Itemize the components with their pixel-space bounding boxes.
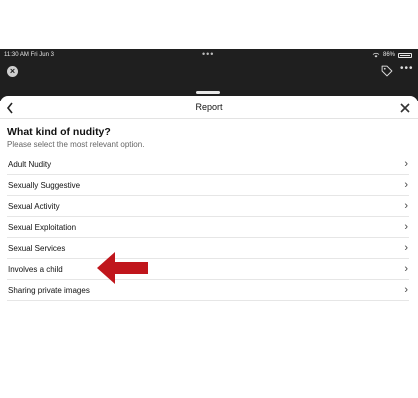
- report-sheet: Report What kind of nudity? Please selec…: [0, 96, 418, 398]
- sheet-grabber[interactable]: [196, 91, 220, 94]
- option-sexually-suggestive[interactable]: Sexually Suggestive ›: [7, 175, 409, 196]
- option-sexual-services[interactable]: Sexual Services ›: [7, 238, 409, 259]
- annotation-arrow-icon: [97, 252, 148, 284]
- chevron-right-icon: ›: [404, 158, 408, 170]
- option-involves-a-child[interactable]: Involves a child ›: [7, 259, 409, 280]
- chevron-right-icon: ›: [404, 242, 408, 254]
- option-sexual-activity[interactable]: Sexual Activity ›: [7, 196, 409, 217]
- option-adult-nudity[interactable]: Adult Nudity ›: [7, 154, 409, 175]
- question-subtitle: Please select the most relevant option.: [7, 140, 145, 149]
- chevron-right-icon: ›: [404, 200, 408, 212]
- question-heading: What kind of nudity?: [7, 126, 111, 138]
- option-label: Sexual Services: [8, 244, 66, 253]
- option-list: Adult Nudity › Sexually Suggestive › Sex…: [7, 154, 409, 301]
- chevron-right-icon: ›: [404, 179, 408, 191]
- option-label: Adult Nudity: [8, 160, 52, 169]
- chevron-right-icon: ›: [404, 284, 408, 296]
- option-label: Sexual Activity: [8, 202, 60, 211]
- multitask-indicator: •••: [202, 49, 215, 59]
- option-label: Sharing private images: [8, 286, 90, 295]
- status-time-date: 11:30 AM Fri Jun 3: [4, 52, 54, 58]
- viewer-toolbar: 11:30 AM Fri Jun 3 ••• 86% × •••: [0, 49, 418, 101]
- option-label: Sexually Suggestive: [8, 181, 81, 190]
- tag-icon[interactable]: [380, 64, 394, 78]
- wifi-icon: [372, 52, 380, 58]
- status-bar: 11:30 AM Fri Jun 3 ••• 86%: [0, 49, 418, 61]
- sheet-title: Report: [195, 102, 223, 112]
- battery-percent: 86%: [382, 52, 395, 58]
- option-sexual-exploitation[interactable]: Sexual Exploitation ›: [7, 217, 409, 238]
- chevron-right-icon: ›: [404, 263, 408, 275]
- close-circle-icon[interactable]: ×: [7, 66, 18, 77]
- option-label: Involves a child: [8, 265, 63, 274]
- more-options-icon[interactable]: •••: [400, 63, 414, 74]
- sheet-header: Report: [0, 96, 418, 119]
- option-label: Sexual Exploitation: [8, 223, 77, 232]
- option-sharing-private-images[interactable]: Sharing private images ›: [7, 280, 409, 301]
- chevron-right-icon: ›: [404, 221, 408, 233]
- battery-icon: [398, 52, 412, 58]
- status-right: 86%: [372, 49, 412, 61]
- close-icon[interactable]: [400, 98, 410, 118]
- screen: 11:30 AM Fri Jun 3 ••• 86% × ••• Report …: [0, 0, 418, 398]
